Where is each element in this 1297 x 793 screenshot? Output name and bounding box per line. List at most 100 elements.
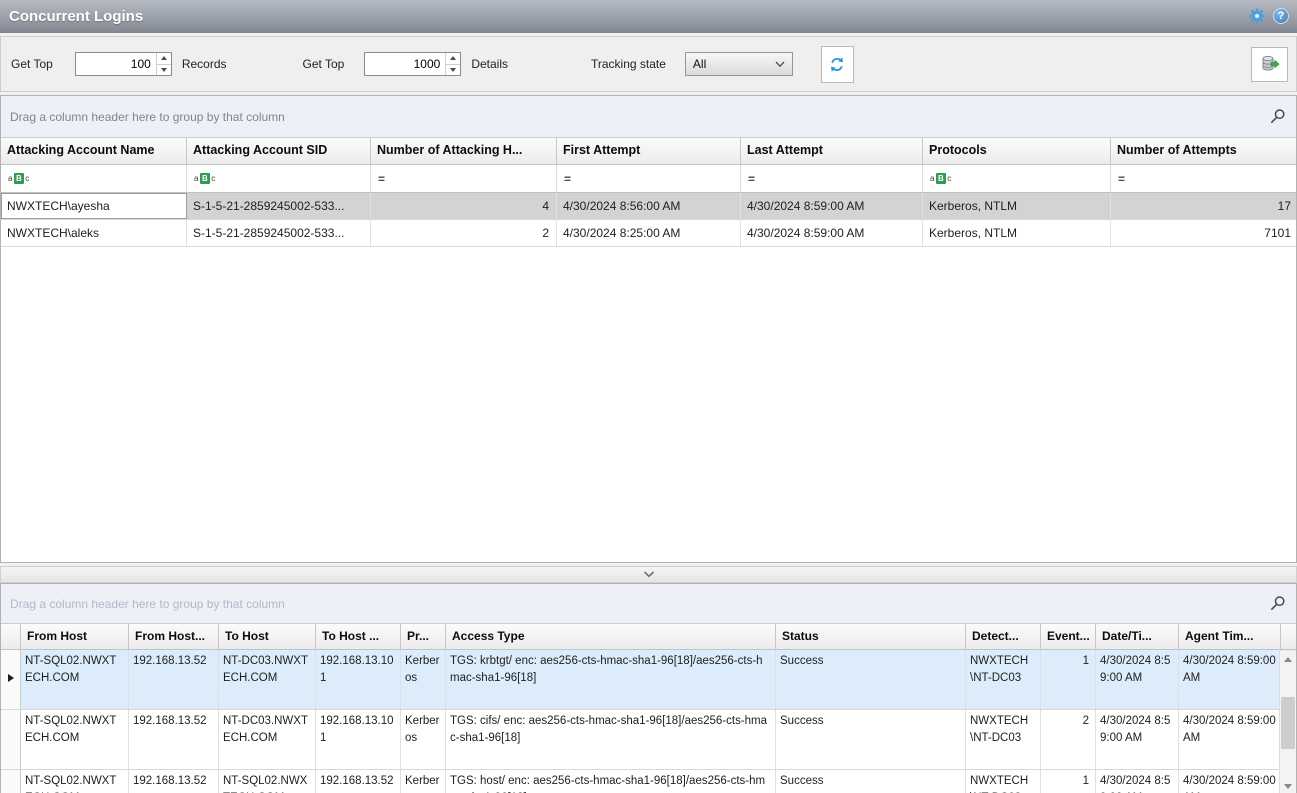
cell-from-host[interactable]: NT-SQL02.NWXTECH.COM [21,770,129,793]
column-header-to-host-ip[interactable]: To Host ... [316,624,401,649]
cell-detected[interactable]: NWXTECH\NT-DC03 [966,710,1041,769]
cell-from-host-ip[interactable]: 192.168.13.52 [129,770,219,793]
cell-first-attempt[interactable]: 4/30/2024 8:25:00 AM [557,220,741,246]
records-spin-down-icon[interactable] [157,64,171,76]
cell-last-attempt[interactable]: 4/30/2024 8:59:00 AM [741,220,923,246]
column-header-date-time[interactable]: Date/Ti... [1096,624,1179,649]
cell-date-time[interactable]: 4/30/2024 8:59:00 AM [1096,770,1179,793]
cell-access-type[interactable]: TGS: cifs/ enc: aes256-cts-hmac-sha1-96[… [446,710,776,769]
cell-first-attempt[interactable]: 4/30/2024 8:56:00 AM [557,193,741,219]
cell-detected[interactable]: NWXTECH\NT-DC03 [966,650,1041,709]
cell-date-time[interactable]: 4/30/2024 8:59:00 AM [1096,650,1179,709]
filter-first-attempt[interactable]: = [557,165,741,192]
table-row[interactable]: NT-SQL02.NWXTECH.COM 192.168.13.52 NT-DC… [1,650,1296,710]
cell-number-of-attempts[interactable]: 7101 [1111,220,1297,246]
cell-from-host[interactable]: NT-SQL02.NWXTECH.COM [21,710,129,769]
cell-to-host[interactable]: NT-DC03.NWXTECH.COM [219,710,316,769]
table-row[interactable]: NT-SQL02.NWXTECH.COM 192.168.13.52 NT-DC… [1,710,1296,770]
cell-number-attacking-hosts[interactable]: 2 [371,220,557,246]
records-count-input[interactable] [76,53,156,75]
settings-gear-icon[interactable] [1248,7,1266,25]
grid-splitter[interactable] [0,566,1297,583]
cell-event[interactable]: 2 [1041,710,1096,769]
cell-to-host-ip[interactable]: 192.168.13.101 [316,710,401,769]
cell-from-host-ip[interactable]: 192.168.13.52 [129,710,219,769]
cell-from-host-ip[interactable]: 192.168.13.52 [129,650,219,709]
bottom-search-button[interactable] [1269,595,1286,612]
column-header-attacking-account-name[interactable]: Attacking Account Name [1,138,187,164]
details-spin-down-icon[interactable] [446,64,460,76]
column-header-first-attempt[interactable]: First Attempt [557,138,741,164]
top-group-by-bar[interactable]: Drag a column header here to group by th… [1,96,1296,138]
column-header-status[interactable]: Status [776,624,966,649]
cell-number-of-attempts[interactable]: 17 [1111,193,1297,219]
cell-last-attempt[interactable]: 4/30/2024 8:59:00 AM [741,193,923,219]
cell-to-host-ip[interactable]: 192.168.13.52 [316,770,401,793]
cell-access-type[interactable]: TGS: krbtgt/ enc: aes256-cts-hmac-sha1-9… [446,650,776,709]
bottom-group-by-bar[interactable]: Drag a column header here to group by th… [1,584,1296,624]
cell-from-host[interactable]: NT-SQL02.NWXTECH.COM [21,650,129,709]
help-icon[interactable]: ? [1273,8,1289,24]
column-header-access-type[interactable]: Access Type [446,624,776,649]
column-header-detected[interactable]: Detect... [966,624,1041,649]
vertical-scrollbar[interactable] [1279,651,1296,793]
column-header-number-attacking-hosts[interactable]: Number of Attacking H... [371,138,557,164]
cell-protocol[interactable]: Kerberos [401,650,446,709]
cell-status[interactable]: Success [776,770,966,793]
cell-attacking-account-name[interactable]: NWXTECH\ayesha [1,193,187,219]
tracking-state-dropdown[interactable]: All [685,52,793,76]
column-header-attacking-account-sid[interactable]: Attacking Account SID [187,138,371,164]
cell-agent-time[interactable]: 4/30/2024 8:59:00 AM [1179,650,1281,709]
table-row[interactable]: NT-SQL02.NWXTECH.COM 192.168.13.52 NT-SQ… [1,770,1296,793]
cell-to-host[interactable]: NT-SQL02.NWXTECH.COM [219,770,316,793]
cell-to-host[interactable]: NT-DC03.NWXTECH.COM [219,650,316,709]
get-top-records-label: Get Top [11,57,53,71]
table-row[interactable]: NWXTECH\aleks S-1-5-21-2859245002-533...… [1,220,1296,247]
cell-status[interactable]: Success [776,710,966,769]
scroll-down-icon[interactable] [1280,778,1296,793]
cell-protocols[interactable]: Kerberos, NTLM [923,220,1111,246]
details-count-input[interactable] [365,53,445,75]
cell-event[interactable]: 1 [1041,650,1096,709]
cell-detected[interactable]: NWXTECH\NT-DC03 [966,770,1041,793]
equals-filter-icon: = [378,172,385,186]
column-header-event[interactable]: Event... [1041,624,1096,649]
cell-agent-time[interactable]: 4/30/2024 8:59:00 AM [1179,710,1281,769]
column-header-protocols[interactable]: Protocols [923,138,1111,164]
column-header-last-attempt[interactable]: Last Attempt [741,138,923,164]
cell-protocol[interactable]: Kerberos [401,710,446,769]
refresh-button[interactable] [821,46,854,83]
top-search-button[interactable] [1269,108,1286,125]
scrollbar-thumb[interactable] [1281,697,1295,749]
column-header-agent-time[interactable]: Agent Tim... [1179,624,1281,649]
filter-protocols[interactable]: aBc [923,165,1111,192]
column-header-to-host[interactable]: To Host [219,624,316,649]
cell-attacking-account-name[interactable]: NWXTECH\aleks [1,220,187,246]
column-header-from-host-ip[interactable]: From Host... [129,624,219,649]
column-header-protocol[interactable]: Pr... [401,624,446,649]
filter-number-attacking-hosts[interactable]: = [371,165,557,192]
filter-attacking-account-name[interactable]: aBc [1,165,187,192]
cell-event[interactable]: 1 [1041,770,1096,793]
cell-date-time[interactable]: 4/30/2024 8:59:00 AM [1096,710,1179,769]
cell-attacking-account-sid[interactable]: S-1-5-21-2859245002-533... [187,220,371,246]
cell-attacking-account-sid[interactable]: S-1-5-21-2859245002-533... [187,193,371,219]
cell-access-type[interactable]: TGS: host/ enc: aes256-cts-hmac-sha1-96[… [446,770,776,793]
cell-status[interactable]: Success [776,650,966,709]
scroll-up-icon[interactable] [1280,651,1296,668]
row-indicator-cell [1,650,21,709]
cell-protocol[interactable]: Kerberos [401,770,446,793]
details-spin-up-icon[interactable] [446,53,460,64]
filter-last-attempt[interactable]: = [741,165,923,192]
export-data-button[interactable] [1251,47,1288,82]
column-header-from-host[interactable]: From Host [21,624,129,649]
filter-number-of-attempts[interactable]: = [1111,165,1297,192]
column-header-number-of-attempts[interactable]: Number of Attempts [1111,138,1297,164]
cell-to-host-ip[interactable]: 192.168.13.101 [316,650,401,709]
filter-attacking-account-sid[interactable]: aBc [187,165,371,192]
table-row[interactable]: NWXTECH\ayesha S-1-5-21-2859245002-533..… [1,193,1296,220]
cell-agent-time[interactable]: 4/30/2024 8:59:00 AM [1179,770,1281,793]
cell-protocols[interactable]: Kerberos, NTLM [923,193,1111,219]
records-spin-up-icon[interactable] [157,53,171,64]
cell-number-attacking-hosts[interactable]: 4 [371,193,557,219]
